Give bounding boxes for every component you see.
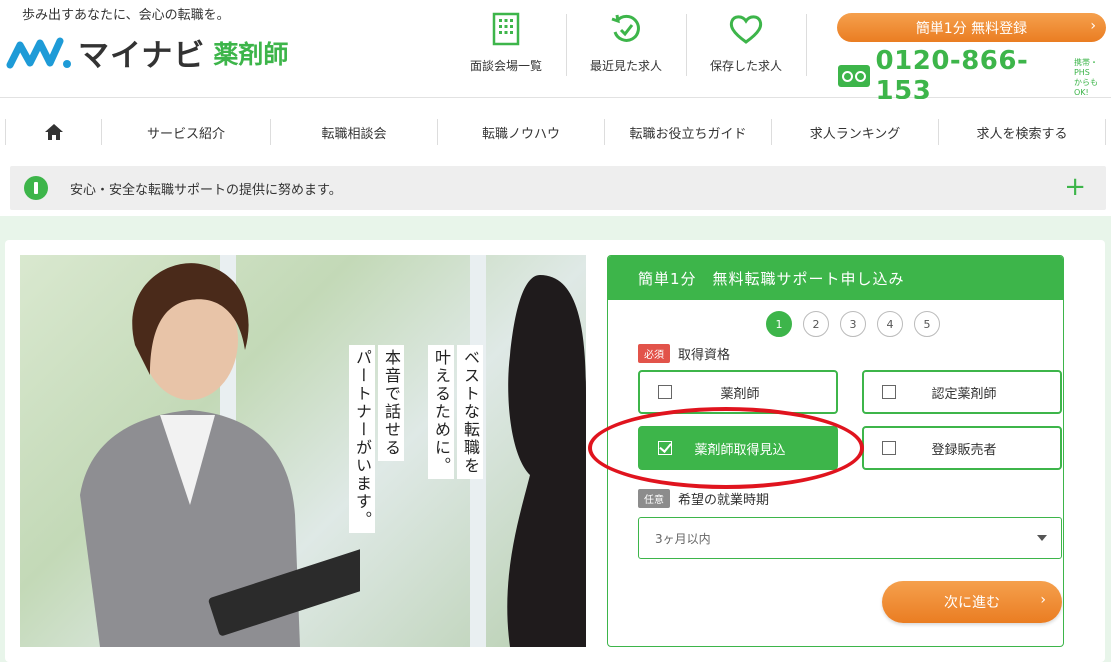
nav-home[interactable] <box>6 99 101 165</box>
logo-subtext: 薬剤師 <box>213 39 289 69</box>
next-step-button[interactable]: 次に進む › <box>882 581 1062 623</box>
site-logo[interactable]: マイナビ 薬剤師 <box>6 30 288 75</box>
next-button-label: 次に進む <box>944 595 1000 611</box>
required-badge: 必須 <box>638 344 670 363</box>
consultant-figure <box>80 263 360 647</box>
phone-note: 携帯・PHS からもOK! <box>1074 58 1111 98</box>
chevron-right-icon: › <box>1090 18 1096 34</box>
info-icon <box>24 176 48 200</box>
step-1: 1 <box>766 311 792 337</box>
option-pharmacist-expected[interactable]: 薬剤師取得見込 <box>638 426 838 470</box>
nav-know-how[interactable]: 転職ノウハウ <box>438 99 604 165</box>
start-time-question: 任意 希望の就業時期 <box>638 489 769 508</box>
question-label: 取得資格 <box>678 348 731 363</box>
nav-services[interactable]: サービス紹介 <box>102 99 270 165</box>
header-link-label: 最近見た求人 <box>589 59 662 73</box>
select-value: 3ヶ月以内 <box>655 531 711 546</box>
divider <box>806 14 807 76</box>
phone-note-line: 携帯・PHS <box>1073 58 1098 77</box>
client-figure <box>507 275 586 647</box>
checkbox-checked-icon <box>658 441 672 455</box>
step-4: 4 <box>877 311 903 337</box>
nav-job-ranking[interactable]: 求人ランキング <box>772 99 938 165</box>
start-time-select[interactable]: 3ヶ月以内 <box>638 517 1062 559</box>
checkbox-icon <box>882 385 896 399</box>
form-title: 簡単1分 無料転職サポート申し込み <box>608 256 1063 300</box>
free-register-button[interactable]: 簡単1分 無料登録 › <box>837 13 1106 42</box>
home-icon <box>44 124 63 140</box>
expand-plus-icon[interactable]: + <box>1064 172 1086 202</box>
hero-copy-line: ベストな転職を <box>457 345 483 479</box>
phone-number: 0120-866-153 <box>875 46 1029 106</box>
step-5: 5 <box>914 311 940 337</box>
step-indicator: 1 2 3 4 5 <box>766 311 940 337</box>
checkbox-icon <box>658 385 672 399</box>
hero-copy-line: 叶えるために。 <box>428 345 454 479</box>
option-pharmacist[interactable]: 薬剤師 <box>638 370 838 414</box>
header-link-saved-jobs[interactable]: 保存した求人 <box>687 10 805 74</box>
header-link-recently-viewed[interactable]: 最近見た求人 <box>567 10 685 74</box>
phone-note-line: からもOK! <box>1073 78 1098 97</box>
freedial-icon <box>838 65 870 87</box>
divider <box>1105 119 1106 145</box>
hero-copy-line: 本音で話せる <box>378 345 404 461</box>
chevron-right-icon: › <box>1040 592 1046 608</box>
nav-job-search[interactable]: 求人を検索する <box>939 99 1105 165</box>
option-certified-pharmacist[interactable]: 認定薬剤師 <box>862 370 1062 414</box>
nav-guide[interactable]: 転職お役立ちガイド <box>605 99 771 165</box>
notice-bar[interactable]: 安心・安全な転職サポートの提供に努めます。 + <box>10 166 1106 210</box>
notice-text: 安心・安全な転職サポートの提供に努めます。 <box>70 182 342 198</box>
question-label: 希望の就業時期 <box>678 493 770 508</box>
heart-icon <box>728 10 764 48</box>
header-link-label: 保存した求人 <box>709 59 782 73</box>
nav-career-consultation[interactable]: 転職相談会 <box>271 99 437 165</box>
history-icon <box>609 10 643 48</box>
global-nav: サービス紹介 転職相談会 転職ノウハウ 転職お役立ちガイド 求人ランキング 求人… <box>0 99 1111 165</box>
register-button-label: 簡単1分 無料登録 <box>915 20 1028 37</box>
option-label: 認定薬剤師 <box>931 386 997 402</box>
header-link-label: 面談会場一覧 <box>469 59 542 73</box>
building-icon <box>492 10 520 48</box>
optional-badge: 任意 <box>638 489 670 508</box>
site-header: 歩み出すあなたに、会心の転職を。 マイナビ 薬剤師 面談会場一覧 最近見た求人 … <box>0 0 1111 106</box>
logo-text: マイナビ <box>78 38 206 74</box>
step-3: 3 <box>840 311 866 337</box>
option-label: 薬剤師取得見込 <box>694 442 786 458</box>
hero-image: ベストな転職を 叶えるために。 本音で話せる パートナーがいます。 <box>20 255 586 647</box>
qualification-question: 必須 取得資格 <box>638 344 730 363</box>
option-registered-seller[interactable]: 登録販売者 <box>862 426 1062 470</box>
signup-form: 簡単1分 無料転職サポート申し込み 1 2 3 4 5 必須 取得資格 薬剤師 … <box>607 255 1064 647</box>
option-label: 登録販売者 <box>931 442 997 458</box>
header-link-interview-venues[interactable]: 面談会場一覧 <box>447 10 565 74</box>
chevron-down-icon <box>1037 535 1047 541</box>
step-2: 2 <box>803 311 829 337</box>
option-label: 薬剤師 <box>720 386 760 402</box>
phone-contact[interactable]: 0120-866-153 携帯・PHS からもOK! <box>838 46 1111 106</box>
logo-mark-icon <box>6 37 71 68</box>
checkbox-icon <box>882 441 896 455</box>
hero-copy-line: パートナーがいます。 <box>349 345 375 533</box>
tagline: 歩み出すあなたに、会心の転職を。 <box>22 8 230 23</box>
